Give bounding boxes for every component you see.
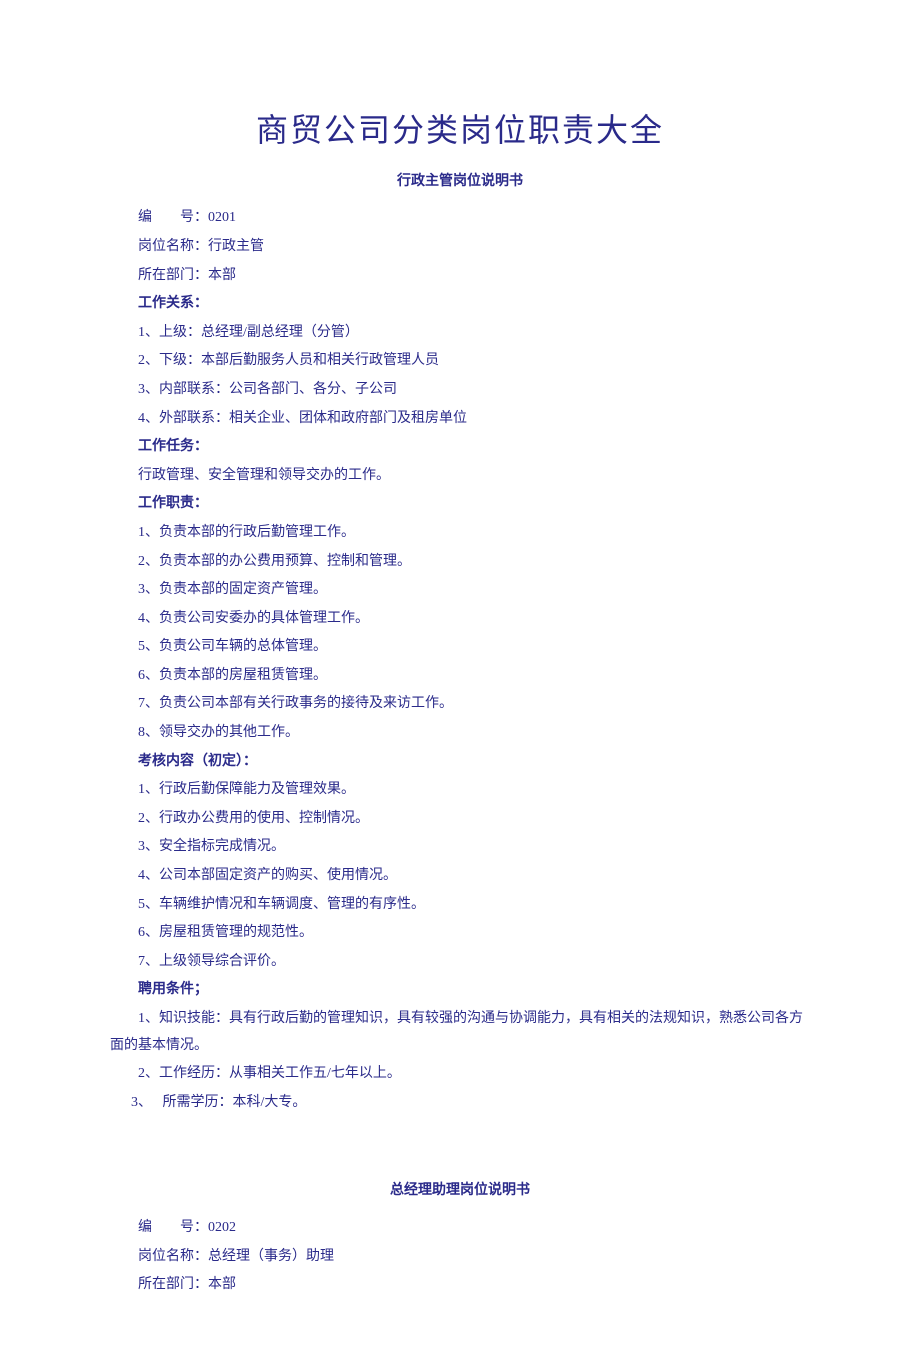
job2-code-value: 0202 bbox=[208, 1220, 236, 1235]
job1-dept-label: 所在部门： bbox=[138, 268, 208, 283]
job1-rel-heading: 工作关系： bbox=[110, 291, 810, 318]
job1-task-heading: 工作任务： bbox=[110, 434, 810, 461]
job1-employ-item-3-text: 所需学历：本科/大专。 bbox=[163, 1095, 307, 1110]
job2-code-label: 编 号： bbox=[138, 1220, 208, 1235]
job1-assess-item: 1、行政后勤保障能力及管理效果。 bbox=[110, 777, 810, 804]
job1-duty-item: 5、负责公司车辆的总体管理。 bbox=[110, 634, 810, 661]
job1-dept: 所在部门：本部 bbox=[110, 263, 810, 290]
job1-duty-item: 2、负责本部的办公费用预算、控制和管理。 bbox=[110, 549, 810, 576]
job1-name: 岗位名称：行政主管 bbox=[110, 234, 810, 261]
main-title: 商贸公司分类岗位职责大全 bbox=[110, 100, 810, 161]
section-spacer bbox=[110, 1118, 810, 1178]
job1-assess-item: 5、车辆维护情况和车辆调度、管理的有序性。 bbox=[110, 892, 810, 919]
job1-duty-item: 4、负责公司安委办的具体管理工作。 bbox=[110, 606, 810, 633]
job2-name: 岗位名称：总经理（事务）助理 bbox=[110, 1244, 810, 1271]
job1-assess-item: 2、行政办公费用的使用、控制情况。 bbox=[110, 806, 810, 833]
job1-subtitle: 行政主管岗位说明书 bbox=[110, 169, 810, 196]
job1-duty-item: 6、负责本部的房屋租赁管理。 bbox=[110, 663, 810, 690]
job2-name-value: 总经理（事务）助理 bbox=[208, 1249, 334, 1264]
job1-code-value: 0201 bbox=[208, 210, 236, 225]
job1-task-text: 行政管理、安全管理和领导交办的工作。 bbox=[110, 463, 810, 490]
job1-duty-item: 8、领导交办的其他工作。 bbox=[110, 720, 810, 747]
job1-employ-heading: 聘用条件； bbox=[110, 977, 810, 1004]
job1-duty-heading: 工作职责： bbox=[110, 491, 810, 518]
job1-rel-item: 3、内部联系：公司各部门、各分、子公司 bbox=[110, 377, 810, 404]
job2-dept-label: 所在部门： bbox=[138, 1277, 208, 1292]
job1-name-label: 岗位名称： bbox=[138, 239, 208, 254]
job2-name-label: 岗位名称： bbox=[138, 1249, 208, 1264]
job1-employ-item-3-num: 3、 bbox=[131, 1090, 159, 1117]
job2-dept-value: 本部 bbox=[208, 1277, 236, 1292]
job1-code-label: 编 号： bbox=[138, 210, 208, 225]
job1-employ-item-3: 3、 所需学历：本科/大专。 bbox=[131, 1090, 810, 1117]
job1-dept-value: 本部 bbox=[208, 268, 236, 283]
job1-name-value: 行政主管 bbox=[208, 239, 264, 254]
job2-subtitle: 总经理助理岗位说明书 bbox=[110, 1178, 810, 1205]
job1-employ-item: 2、工作经历：从事相关工作五/七年以上。 bbox=[110, 1061, 810, 1088]
job1-assess-heading: 考核内容（初定）： bbox=[110, 749, 810, 776]
job1-duty-item: 1、负责本部的行政后勤管理工作。 bbox=[110, 520, 810, 547]
job1-code: 编 号：0201 bbox=[110, 205, 810, 232]
job1-rel-item: 2、下级：本部后勤服务人员和相关行政管理人员 bbox=[110, 348, 810, 375]
job1-duty-item: 7、负责公司本部有关行政事务的接待及来访工作。 bbox=[110, 691, 810, 718]
job1-assess-item: 6、房屋租赁管理的规范性。 bbox=[110, 920, 810, 947]
job2-code: 编 号：0202 bbox=[110, 1215, 810, 1242]
job2-dept: 所在部门：本部 bbox=[110, 1272, 810, 1299]
job1-duty-item: 3、负责本部的固定资产管理。 bbox=[110, 577, 810, 604]
job1-employ-item: 1、知识技能：具有行政后勤的管理知识，具有较强的沟通与协调能力，具有相关的法规知… bbox=[110, 1006, 810, 1059]
job1-assess-item: 7、上级领导综合评价。 bbox=[110, 949, 810, 976]
job1-rel-item: 4、外部联系：相关企业、团体和政府部门及租房单位 bbox=[110, 406, 810, 433]
job1-rel-item: 1、上级：总经理/副总经理（分管） bbox=[110, 320, 810, 347]
job1-assess-item: 4、公司本部固定资产的购买、使用情况。 bbox=[110, 863, 810, 890]
job1-assess-item: 3、安全指标完成情况。 bbox=[110, 834, 810, 861]
